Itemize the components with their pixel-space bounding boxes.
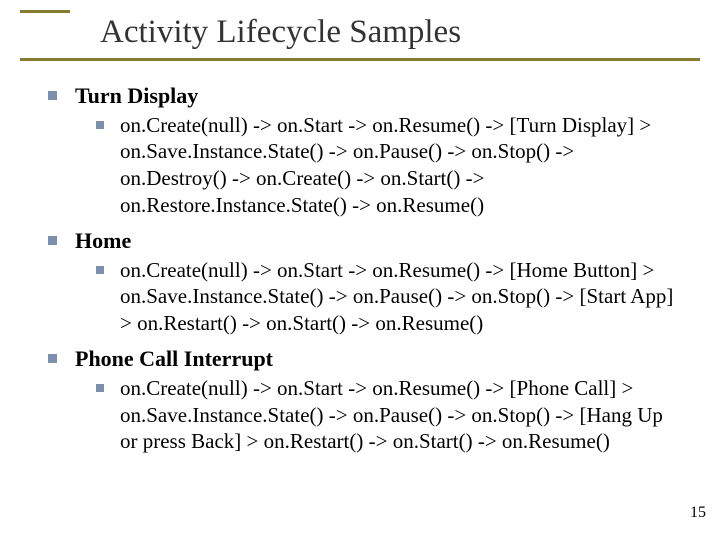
slide: Activity Lifecycle Samples Turn Display … — [0, 0, 720, 540]
list-item: Home — [48, 227, 700, 255]
title-block: Activity Lifecycle Samples — [20, 10, 461, 50]
square-bullet-icon — [96, 121, 104, 129]
square-bullet-icon — [48, 354, 57, 363]
slide-body: Turn Display on.Create(null) -> on.Start… — [48, 82, 700, 463]
item-detail: on.Create(null) -> on.Start -> on.Resume… — [120, 375, 680, 456]
item-heading: Phone Call Interrupt — [75, 345, 273, 373]
page-number: 15 — [690, 504, 706, 522]
item-detail: on.Create(null) -> on.Start -> on.Resume… — [120, 257, 680, 338]
item-heading: Turn Display — [75, 82, 198, 110]
square-bullet-icon — [96, 384, 104, 392]
square-bullet-icon — [96, 266, 104, 274]
square-bullet-icon — [48, 91, 57, 100]
list-subitem: on.Create(null) -> on.Start -> on.Resume… — [96, 112, 700, 220]
title-accent-bar — [20, 10, 70, 13]
item-heading: Home — [75, 227, 131, 255]
square-bullet-icon — [48, 236, 57, 245]
slide-title: Activity Lifecycle Samples — [100, 15, 461, 50]
list-item: Phone Call Interrupt — [48, 345, 700, 373]
list-subitem: on.Create(null) -> on.Start -> on.Resume… — [96, 375, 700, 456]
title-underline — [20, 58, 700, 61]
list-subitem: on.Create(null) -> on.Start -> on.Resume… — [96, 257, 700, 338]
list-item: Turn Display — [48, 82, 700, 110]
item-detail: on.Create(null) -> on.Start -> on.Resume… — [120, 112, 680, 220]
